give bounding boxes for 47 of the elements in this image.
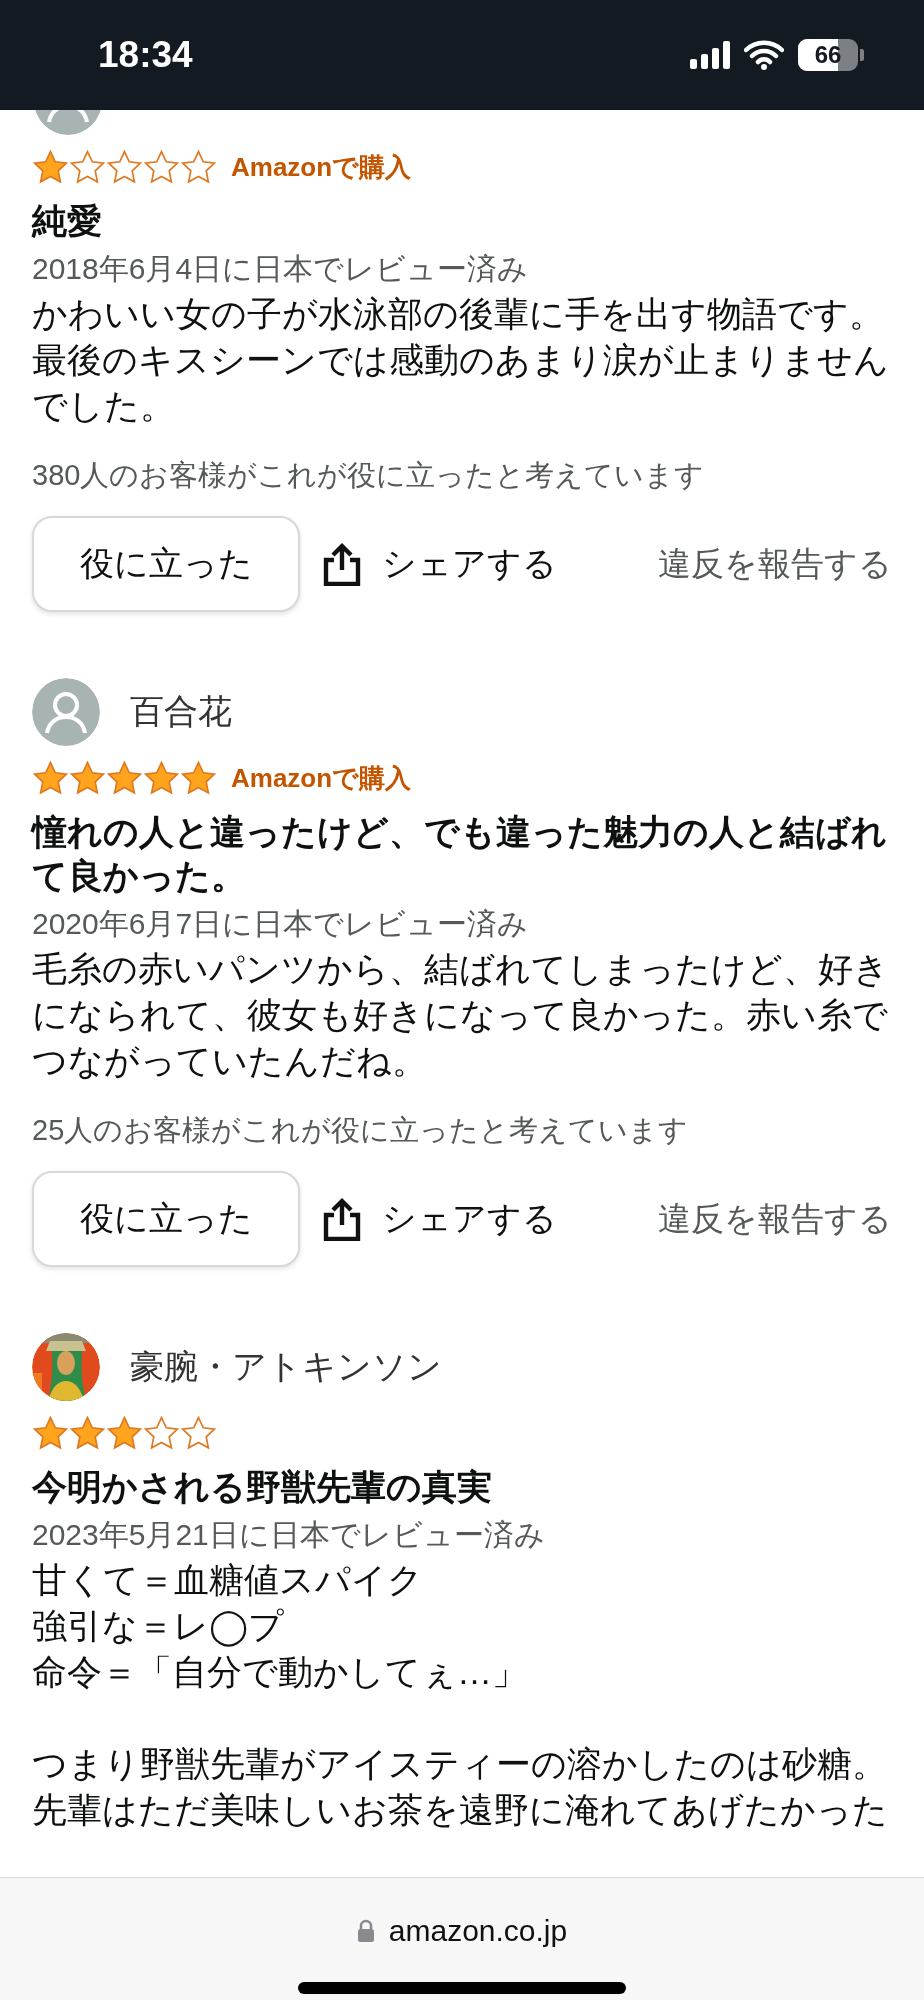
signal-icon	[690, 41, 730, 69]
star-icon	[180, 760, 217, 796]
star-icon	[106, 760, 143, 796]
purchase-label: Amazonで購入	[231, 761, 412, 795]
helpful-button[interactable]: 役に立った	[32, 516, 300, 612]
report-link[interactable]: 違反を報告する	[658, 541, 892, 587]
helpful-button[interactable]: 役に立った	[32, 1171, 300, 1267]
star-icon	[69, 149, 106, 185]
review-text: つまり野獣先輩がアイスティーの溶かしたのは砂糖。先輩はただ美味しいお茶を遠野に淹れてあげたかった	[32, 1743, 889, 1831]
review-date: 2018年6月4日に日本でレビュー済み	[32, 251, 530, 287]
star-icon	[143, 149, 180, 185]
star-icon	[32, 149, 69, 185]
report-link[interactable]: 違反を報告する	[658, 1196, 892, 1242]
share-button[interactable]: シェアする	[322, 1196, 557, 1242]
lock-icon	[356, 1919, 375, 1943]
star-icon	[106, 149, 143, 185]
reviewer-name: 百合花	[130, 691, 232, 732]
helpful-count: 25人のお客様がこれが役に立ったと考えています	[32, 1113, 690, 1148]
review-text: 毛糸の赤いパンツから、結ばれてしまったけど、好きになられて、彼女も好きになって良かった。赤い糸でつながっていたんだね。	[32, 948, 890, 1082]
star-icon	[143, 760, 180, 796]
star-icon	[106, 1415, 143, 1451]
review-date: 2023年5月21日に日本でレビュー済み	[32, 1517, 546, 1553]
star-icon	[69, 760, 106, 796]
star-icon	[143, 1415, 180, 1451]
review-text: 強引な＝レ◯プ	[32, 1605, 285, 1649]
star-icon	[32, 1415, 69, 1451]
address-bar[interactable]: amazon.co.jp	[356, 1914, 568, 1948]
purchase-label: Amazonで購入	[231, 150, 412, 184]
wifi-icon	[744, 40, 784, 70]
avatar-icon	[32, 678, 100, 746]
helpful-count: 380人のお客様がこれが役に立ったと考えています	[32, 458, 706, 493]
review-text: かわいい女の子が水泳部の後輩に手を出す物語です。最後のキスシーンでは感動のあまり涙が止まりませんでした。	[32, 293, 890, 427]
review-title: 憧れの人と違ったけど、でも違った魅力の人と結ばれて良かった。	[32, 811, 888, 897]
star-icon	[180, 1415, 217, 1451]
review-title: 純愛	[32, 200, 103, 242]
star-icon	[32, 760, 69, 796]
star-icon	[69, 1415, 106, 1451]
star-icon	[180, 149, 217, 185]
share-icon	[322, 1197, 362, 1241]
review-date: 2020年6月7日に日本でレビュー済み	[32, 906, 530, 942]
reviewer-name: 豪腕・アトキンソン	[130, 1346, 442, 1387]
status-time: 18:34	[98, 34, 194, 76]
review-text: 甘くて＝血糖値スパイク	[32, 1559, 424, 1601]
review-title: 今明かされる野獣先輩の真実	[32, 1466, 493, 1508]
review-text: 命令＝「自分で動かしてぇ…」	[32, 1651, 528, 1693]
share-icon	[322, 542, 362, 586]
share-button[interactable]: シェアする	[322, 541, 557, 587]
